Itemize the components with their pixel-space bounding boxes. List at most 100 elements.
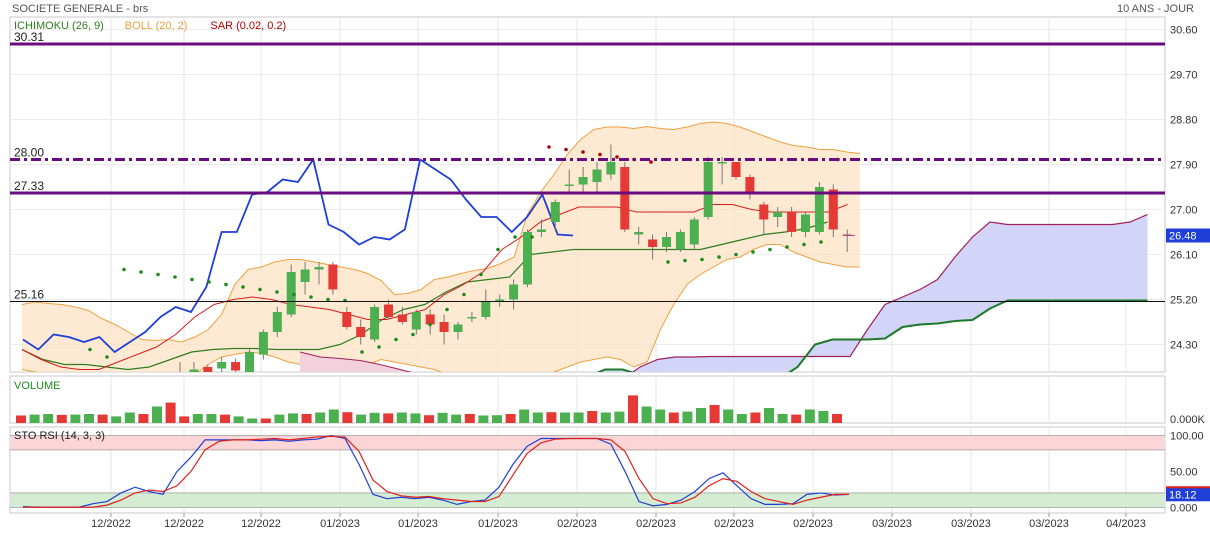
volume-bar xyxy=(29,414,40,423)
sar-dot xyxy=(513,235,517,239)
volume-bar xyxy=(165,402,176,423)
horizontal-line-label: 25.16 xyxy=(14,288,44,302)
volume-bar xyxy=(628,395,638,423)
volume-bar xyxy=(70,414,81,423)
candle xyxy=(258,332,268,355)
chart-window: SOCIETE GENERALE - brs 10 ANS - JOUR 30.… xyxy=(0,0,1210,533)
sar-dot xyxy=(122,267,126,272)
candle xyxy=(397,314,407,322)
sar-dot xyxy=(105,355,109,359)
price-tick-label: 24.30 xyxy=(1170,340,1198,352)
volume-bar xyxy=(342,412,353,423)
x-tick-label: 12/2022 xyxy=(91,518,131,530)
sar-dot xyxy=(139,270,143,274)
volume-bar xyxy=(600,412,611,423)
volume-bar xyxy=(519,409,530,423)
x-tick-label: 02/2023 xyxy=(636,518,676,530)
volume-bar xyxy=(220,414,230,423)
x-tick-label: 01/2023 xyxy=(398,518,438,530)
candle xyxy=(773,212,783,217)
volume-bar xyxy=(288,413,298,423)
x-tick-label: 01/2023 xyxy=(478,518,518,530)
candle xyxy=(648,239,658,247)
sar-dot xyxy=(785,245,789,249)
sar-dot xyxy=(564,147,568,152)
sar-dot xyxy=(88,347,92,352)
legend-entry: SAR (0.02, 0.2) xyxy=(210,20,286,32)
volume-bar xyxy=(668,412,679,423)
last-price-value: 26.48 xyxy=(1169,231,1197,243)
volume-bar xyxy=(192,414,203,423)
sar-dot xyxy=(802,242,806,247)
volume-bar xyxy=(410,413,421,423)
oscillator-tick-label: 50.00 xyxy=(1170,466,1198,478)
candle xyxy=(634,232,644,235)
x-tick-label: 03/2023 xyxy=(1029,518,1069,530)
candle xyxy=(370,307,380,340)
volume-bar xyxy=(247,418,258,423)
candle xyxy=(801,214,810,232)
candle xyxy=(536,229,546,232)
volume-bar xyxy=(84,414,94,423)
sar-dot xyxy=(326,297,330,302)
candle xyxy=(300,269,310,282)
sar-dot xyxy=(734,252,738,257)
oscillator-title: STO RSI (14, 3, 3) xyxy=(14,430,105,442)
volume-bar xyxy=(437,412,448,423)
candle xyxy=(481,302,491,317)
candle xyxy=(245,352,254,372)
candle xyxy=(439,322,449,332)
volume-bar xyxy=(124,412,135,423)
volume-bar xyxy=(641,406,652,423)
sar-dot xyxy=(309,295,313,299)
sar-dot xyxy=(768,247,772,252)
sar-dot xyxy=(411,332,415,337)
volume-bar xyxy=(709,405,720,423)
volume-bar xyxy=(682,411,693,423)
x-tick-label: 03/2023 xyxy=(951,518,991,530)
candle xyxy=(356,327,366,337)
candle xyxy=(759,204,769,220)
volume-bar xyxy=(315,412,326,423)
x-tick-label: 02/2023 xyxy=(557,518,597,530)
volume-bar xyxy=(260,418,271,423)
sar-dot xyxy=(377,345,381,349)
candle xyxy=(523,232,532,285)
sar-dot xyxy=(598,152,602,157)
x-tick-label: 02/2023 xyxy=(714,518,754,530)
chart-canvas[interactable]: 30.60 29.70 28.80 27.90 27.00 26.10 25.20 24.30… xyxy=(0,0,1210,533)
sar-dot xyxy=(292,292,296,297)
candle xyxy=(689,219,699,245)
x-tick-label: 04/2023 xyxy=(1106,518,1146,530)
volume-bar xyxy=(832,414,842,423)
sar-dot xyxy=(258,287,262,292)
candle xyxy=(703,162,713,217)
price-tick-label: 30.60 xyxy=(1170,25,1198,37)
volume-bar xyxy=(614,411,625,423)
volume-bar xyxy=(179,416,190,423)
candle xyxy=(453,324,463,332)
x-tick-label: 12/2022 xyxy=(164,518,204,530)
sar-dot xyxy=(190,277,194,282)
volume-bar xyxy=(464,414,475,423)
horizontal-line-label: 27.33 xyxy=(14,179,44,193)
oscillator-last-value: 18.12 xyxy=(1169,489,1197,501)
x-tick-label: 02/2023 xyxy=(793,518,833,530)
sar-dot xyxy=(479,272,483,277)
sar-dot xyxy=(241,285,245,289)
volume-bar xyxy=(16,415,26,423)
volume-bar xyxy=(369,412,380,423)
volume-bar xyxy=(206,414,217,423)
price-tick-label: 28.80 xyxy=(1170,115,1198,127)
volume-bar xyxy=(573,412,584,423)
oscillator-tick-label: 0.000 xyxy=(1170,502,1198,514)
candle xyxy=(578,177,588,185)
oscillator-zone xyxy=(11,492,1164,508)
volume-bar xyxy=(750,412,761,423)
candle xyxy=(606,162,616,175)
sar-dot xyxy=(819,240,823,244)
sar-dot xyxy=(173,275,177,279)
candle xyxy=(272,312,282,332)
candle xyxy=(411,312,421,330)
price-tick-label: 27.90 xyxy=(1170,160,1198,172)
